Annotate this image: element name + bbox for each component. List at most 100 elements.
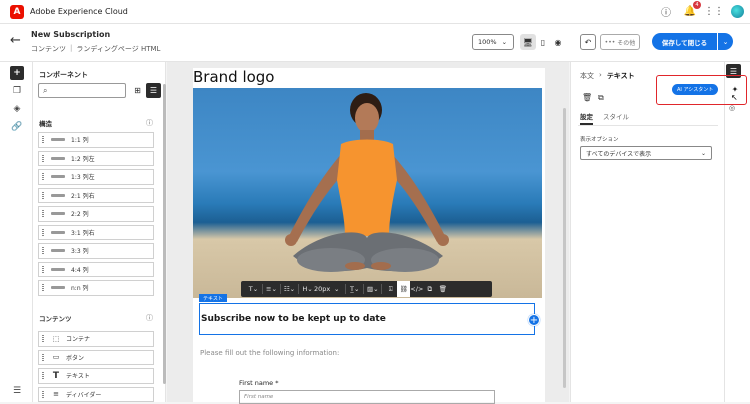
content-item-container[interactable]: ⬚ コンテナ	[38, 331, 154, 347]
text-component-tag: テキスト	[199, 294, 227, 302]
sliders-icon: ☰	[12, 386, 22, 396]
display-options-select[interactable]: すべてのデバイスで表示 ⌄	[580, 146, 712, 160]
settings-rail-button[interactable]: ☰	[10, 384, 24, 398]
links-button[interactable]: 🔗	[10, 120, 24, 134]
item-label: 3:1 列右	[71, 229, 95, 237]
list-format-icon[interactable]: ☷⌄	[283, 281, 296, 297]
item-label: 1:1 列	[71, 137, 89, 145]
structure-item[interactable]: 3:1 列右	[38, 224, 154, 240]
more-button[interactable]: ••• その他	[600, 34, 640, 50]
structure-item[interactable]: n:n 列	[38, 280, 154, 296]
breadcrumb-content[interactable]: コンテンツ	[31, 44, 66, 54]
drag-handle-icon[interactable]	[42, 335, 44, 343]
text-type-icon[interactable]: T⌄	[247, 281, 260, 297]
drag-handle-icon[interactable]	[42, 247, 44, 255]
help-icon[interactable]: ⓘ	[659, 4, 673, 19]
component-search-input[interactable]: ⌕	[38, 83, 126, 98]
save-and-close-button[interactable]: 保存して閉じる	[652, 33, 717, 50]
ai-assistant-button[interactable]: AI アシスタント	[672, 84, 719, 95]
search-icon: ⌕	[43, 85, 48, 95]
item-label: ボタン	[66, 354, 85, 362]
structure-item[interactable]: 1:3 列左	[38, 169, 154, 185]
tab-settings[interactable]: 設定	[580, 111, 593, 121]
components-scrollbar[interactable]	[163, 84, 166, 384]
code-icon[interactable]: </>	[410, 281, 423, 297]
layers-button[interactable]: ◈	[10, 102, 24, 116]
mobile-view-button[interactable]: ▯	[535, 34, 551, 50]
adobe-logo[interactable]: A	[10, 4, 24, 19]
fragments-button[interactable]: ❐	[10, 84, 24, 98]
drag-handle-icon[interactable]	[42, 173, 44, 181]
chevron-down-icon[interactable]: ⌄	[330, 281, 343, 297]
chevron-down-icon: ⌄	[501, 38, 508, 46]
notification-bell-icon[interactable]: 🔔 4	[683, 1, 701, 18]
target-icon[interactable]: ◎	[729, 104, 735, 112]
add-component-plus-icon[interactable]: +	[528, 314, 540, 326]
undo-button[interactable]: ↶	[580, 34, 596, 50]
structure-heading: 構造	[39, 120, 52, 128]
content-item-text[interactable]: T テキスト	[38, 368, 154, 384]
breadcrumb: コンテンツ | ランディングページ HTML	[31, 44, 161, 54]
trash-icon[interactable]: 🗑	[436, 281, 449, 297]
apps-grid-icon[interactable]: ⋮⋮	[704, 4, 724, 18]
info-icon[interactable]: ⓘ	[146, 313, 153, 323]
breadcrumb-landing-page[interactable]: ランディングページ HTML	[76, 44, 160, 54]
drag-handle-icon[interactable]	[42, 265, 44, 273]
image-icon[interactable]: ▨⌄	[366, 281, 379, 297]
item-label: 1:3 列左	[71, 174, 95, 182]
drag-handle-icon[interactable]	[42, 228, 44, 236]
align-icon[interactable]: ≡⌄	[265, 281, 278, 297]
save-dropdown-button[interactable]: ⌄	[718, 33, 733, 50]
plus-icon: +	[13, 68, 21, 78]
drag-handle-icon[interactable]	[42, 372, 44, 380]
structure-item[interactable]: 1:2 列左	[38, 150, 154, 166]
drag-handle-icon[interactable]	[42, 191, 44, 199]
list-view-button[interactable]: ☰	[146, 83, 161, 98]
brand-logo[interactable]: Brand logo	[193, 68, 275, 86]
subscribe-heading[interactable]: Subscribe now to be kept up to date	[199, 303, 535, 335]
desktop-view-button[interactable]: 🖥	[520, 34, 536, 50]
components-panel: コンポーネント ⌕ ⊞ ☰ 構造 ⓘ 1:1 列 1:2 列左 1:3 列左 2…	[33, 62, 166, 402]
drag-handle-icon[interactable]	[42, 390, 44, 398]
item-label: n:n 列	[71, 285, 89, 293]
personalize-icon[interactable]: ⍗	[384, 281, 397, 297]
preview-button[interactable]: ◉	[550, 34, 566, 50]
drag-handle-icon[interactable]	[42, 284, 44, 292]
page-title: New Subscription	[31, 30, 111, 39]
content-item-divider[interactable]: ≡ ディバイダー	[38, 386, 154, 402]
drag-handle-icon[interactable]	[42, 210, 44, 218]
zoom-select[interactable]: 100% ⌄	[472, 34, 514, 50]
chevron-down-icon: ⌄	[700, 149, 706, 157]
duplicate-icon[interactable]: ⧉	[598, 93, 604, 103]
breadcrumb-body[interactable]: 本文	[580, 71, 594, 81]
drag-handle-icon[interactable]	[42, 136, 44, 144]
duplicate-icon[interactable]: ⧉	[423, 281, 436, 297]
add-components-button[interactable]: +	[10, 66, 24, 80]
drag-handle-icon[interactable]	[42, 154, 44, 162]
item-label: 2:2 列	[71, 211, 89, 219]
back-arrow-icon[interactable]: ←	[10, 33, 21, 48]
top-bar: A Adobe Experience Cloud ⓘ 🔔 4 ⋮⋮	[0, 0, 750, 24]
layers-icon: ◈	[13, 104, 21, 114]
eye-icon: ◉	[554, 37, 562, 47]
avatar[interactable]	[731, 4, 744, 18]
heading-icon[interactable]: H⌄	[301, 281, 314, 297]
structure-item[interactable]: 2:2 列	[38, 206, 154, 222]
grid-view-button[interactable]: ⊞	[130, 83, 145, 98]
font-size-select[interactable]: 20px	[314, 281, 330, 297]
tab-style[interactable]: スタイル	[603, 111, 629, 121]
hero-image[interactable]	[193, 88, 542, 298]
structure-item[interactable]: 2:1 列右	[38, 187, 154, 203]
info-icon[interactable]: ⓘ	[146, 118, 153, 128]
drag-handle-icon[interactable]	[42, 353, 44, 361]
content-item-button[interactable]: ▭ ボタン	[38, 349, 154, 365]
link-icon[interactable]: ⛓	[397, 281, 411, 297]
text-style-icon[interactable]: T̲⌄	[348, 281, 361, 297]
structure-item[interactable]: 4:4 列	[38, 261, 154, 277]
more-dots-icon: •••	[604, 38, 616, 46]
structure-item[interactable]: 3:3 列	[38, 243, 154, 259]
canvas-scrollbar[interactable]	[563, 108, 566, 388]
trash-icon[interactable]: 🗑	[582, 93, 592, 102]
structure-item[interactable]: 1:1 列	[38, 132, 154, 148]
notification-badge: 4	[693, 1, 701, 9]
